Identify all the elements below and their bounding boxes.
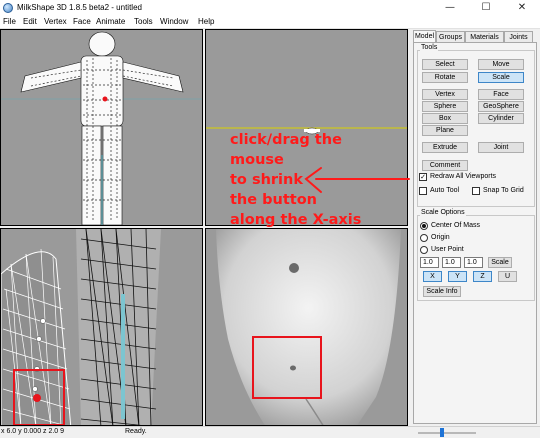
user-point-radio[interactable]: [420, 246, 428, 254]
auto-tool-label: Auto Tool: [430, 187, 460, 194]
scale-y-input[interactable]: 1.0: [442, 257, 461, 268]
scale-z-input[interactable]: 1.0: [464, 257, 483, 268]
geosphere-tool-button[interactable]: GeoSphere: [478, 101, 524, 112]
model-tab-body: Tools Select Move Rotate Scale Vertex Fa…: [413, 42, 537, 424]
rotate-tool-button[interactable]: Rotate: [422, 72, 468, 83]
face-tool-button[interactable]: Face: [478, 89, 524, 100]
vertex-tool-button[interactable]: Vertex: [422, 89, 468, 100]
front-view-model: [1, 31, 202, 225]
status-bar: x 6.0 y 0.000 z 2.0 9 Ready.: [0, 426, 540, 438]
viewport-3d[interactable]: [205, 228, 408, 426]
tab-materials[interactable]: Materials: [465, 31, 504, 42]
tab-joints[interactable]: Joints: [504, 31, 533, 42]
instruction-line-5: along the X-axis: [230, 212, 362, 228]
menu-file[interactable]: File: [3, 17, 16, 26]
scale-options-label: Scale Options: [420, 209, 466, 216]
menu-edit[interactable]: Edit: [23, 17, 37, 26]
maximize-button[interactable]: ☐: [468, 0, 504, 16]
menu-face[interactable]: Face: [73, 17, 91, 26]
user-point-label: User Point: [431, 246, 464, 253]
instruction-line-2: mouse: [230, 152, 284, 168]
menu-window[interactable]: Window: [160, 17, 188, 26]
auto-tool-checkbox[interactable]: [419, 187, 427, 195]
status-ready-text: Ready.: [125, 428, 147, 435]
snap-to-grid-checkbox[interactable]: [472, 187, 480, 195]
plane-tool-button[interactable]: Plane: [422, 125, 468, 136]
menu-tools[interactable]: Tools: [134, 17, 153, 26]
center-of-mass-label: Center Of Mass: [431, 222, 481, 229]
extrude-tool-button[interactable]: Extrude: [422, 142, 468, 153]
menu-vertex[interactable]: Vertex: [44, 17, 67, 26]
minimize-button[interactable]: —: [432, 0, 468, 16]
milkshape-app-icon: [3, 3, 13, 13]
sphere-tool-button[interactable]: Sphere: [422, 101, 468, 112]
y-axis-toggle[interactable]: Y: [448, 271, 467, 282]
viewport-front[interactable]: [0, 29, 203, 226]
close-button[interactable]: ✕: [504, 0, 540, 16]
center-of-mass-radio[interactable]: [420, 222, 428, 230]
scale-tool-button[interactable]: Scale: [478, 72, 524, 83]
instruction-line-1: click/drag the: [230, 132, 342, 148]
joint-tool-button[interactable]: Joint: [478, 142, 524, 153]
select-tool-button[interactable]: Select: [422, 59, 468, 70]
menu-help[interactable]: Help: [198, 17, 214, 26]
instruction-line-3: to shrink: [230, 172, 303, 188]
origin-label: Origin: [431, 234, 450, 241]
z-axis-toggle[interactable]: Z: [473, 271, 492, 282]
tools-group-label: Tools: [420, 44, 439, 51]
comment-tool-button[interactable]: Comment: [422, 160, 468, 171]
instruction-line-4: the button: [230, 192, 317, 208]
zoom-slider-track[interactable]: [418, 432, 476, 434]
snap-to-grid-label: Snap To Grid: [483, 187, 524, 194]
zoom-slider-thumb[interactable]: [439, 428, 444, 437]
scale-info-button[interactable]: Scale Info: [423, 286, 461, 297]
title-bar: MilkShape 3D 1.8.5 beta2 - untitled — ☐ …: [0, 0, 540, 16]
cursor-coordinates: x 6.0 y 0.000 z 2.0 9: [1, 428, 65, 435]
move-tool-button[interactable]: Move: [478, 59, 524, 70]
redraw-all-viewports-checkbox[interactable]: ✓: [419, 173, 427, 181]
box-tool-button[interactable]: Box: [422, 113, 468, 124]
side-view-model: [1, 229, 161, 425]
menu-bar: File Edit Vertex Face Animate Tools Wind…: [0, 16, 540, 29]
model-panel: Model Groups Materials Joints Tools Sele…: [410, 29, 540, 426]
x-axis-toggle[interactable]: X: [423, 271, 442, 282]
origin-radio[interactable]: [420, 234, 428, 242]
shaded-model: [216, 229, 401, 425]
apply-scale-button[interactable]: Scale: [488, 257, 512, 268]
scale-x-input[interactable]: 1.0: [420, 257, 439, 268]
cylinder-tool-button[interactable]: Cylinder: [478, 113, 524, 124]
uniform-scale-button[interactable]: U: [498, 271, 517, 282]
menu-animate[interactable]: Animate: [96, 17, 125, 26]
window-title: MilkShape 3D 1.8.5 beta2 - untitled: [17, 3, 142, 12]
tab-groups[interactable]: Groups: [436, 31, 465, 42]
redraw-all-viewports-label: Redraw All Viewports: [430, 173, 497, 180]
viewport-side[interactable]: [0, 228, 203, 426]
